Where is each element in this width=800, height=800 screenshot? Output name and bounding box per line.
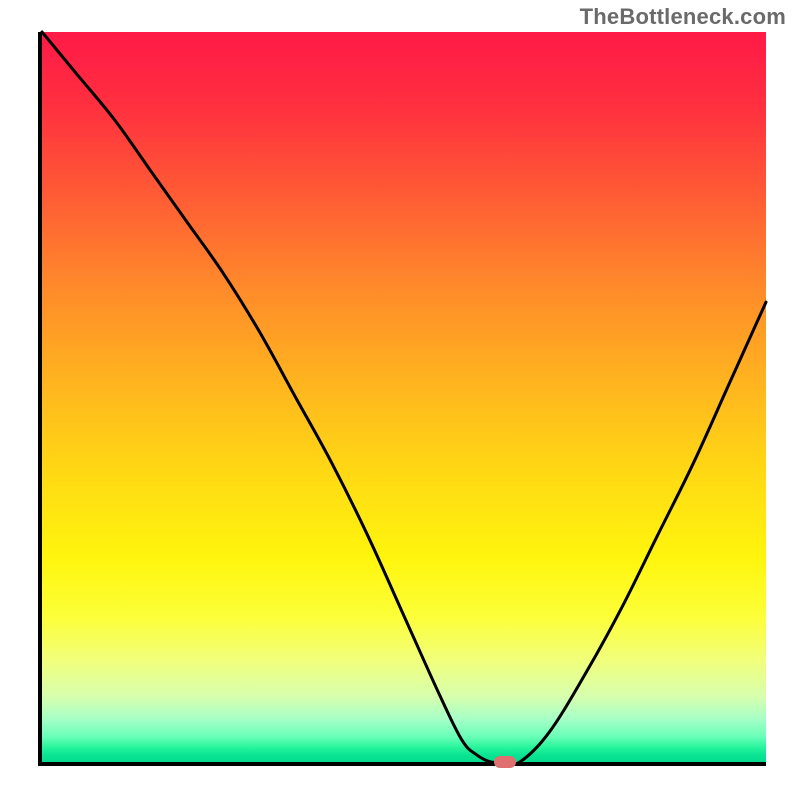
- watermark-text: TheBottleneck.com: [580, 4, 786, 30]
- plot-area: [38, 32, 766, 766]
- minimum-marker: [494, 756, 516, 768]
- chart-container: TheBottleneck.com: [0, 0, 800, 800]
- bottleneck-curve: [42, 32, 766, 762]
